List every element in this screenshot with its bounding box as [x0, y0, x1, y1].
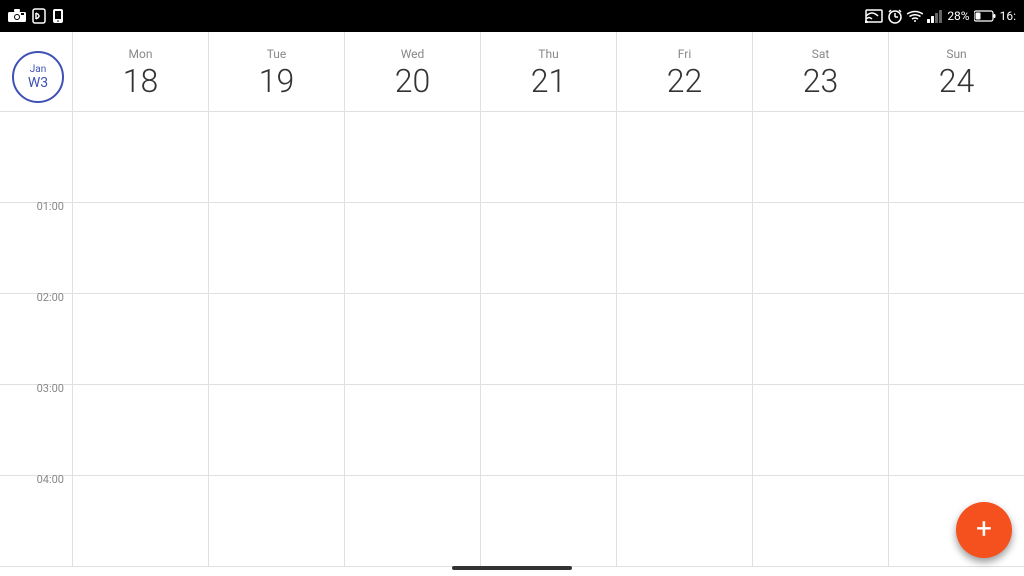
time-cell-1-sat[interactable]	[752, 203, 888, 293]
time-cell-0-mon[interactable]	[72, 112, 208, 202]
time-cell-4-sat[interactable]	[752, 476, 888, 566]
month-label-cell: Jan W3	[0, 32, 72, 111]
status-bar: 28% 16:	[0, 0, 1024, 32]
day-name-wed: Wed	[401, 47, 425, 61]
time-row-2: 02:00	[0, 294, 1024, 385]
day-name-thu: Thu	[538, 47, 558, 61]
day-number-fri: 22	[667, 65, 703, 97]
status-right-icons: 28% 16:	[865, 8, 1016, 24]
alarm-icon	[887, 8, 903, 24]
time-cell-3-sat[interactable]	[752, 385, 888, 475]
time-cell-1-wed[interactable]	[344, 203, 480, 293]
time-row-3: 03:00	[0, 385, 1024, 476]
time-cell-0-sun[interactable]	[888, 112, 1024, 202]
day-header-tue[interactable]: Tue 19	[208, 32, 344, 111]
today-indicator: Jan W3	[12, 51, 64, 103]
time-label-1: 01:00	[0, 196, 72, 293]
time-cell-2-tue[interactable]	[208, 294, 344, 384]
time-row-0	[0, 112, 1024, 203]
day-header-thu[interactable]: Thu 21	[480, 32, 616, 111]
time-cell-0-tue[interactable]	[208, 112, 344, 202]
time-cell-2-wed[interactable]	[344, 294, 480, 384]
time-label-3: 03:00	[0, 378, 72, 475]
time-cell-2-thu[interactable]	[480, 294, 616, 384]
battery-icon	[974, 10, 996, 22]
bottom-nav-bar	[452, 566, 572, 570]
time-grid: 01:00 02:00 03:00	[0, 112, 1024, 576]
cast-icon	[865, 9, 883, 23]
clock-time: 16:	[1000, 9, 1016, 23]
day-number-sat: 23	[803, 65, 839, 97]
time-label-2: 02:00	[0, 287, 72, 384]
time-cell-3-sun[interactable]	[888, 385, 1024, 475]
add-event-fab[interactable]: +	[956, 502, 1012, 558]
time-cell-4-tue[interactable]	[208, 476, 344, 566]
time-cell-2-sun[interactable]	[888, 294, 1024, 384]
time-cell-0-sat[interactable]	[752, 112, 888, 202]
day-header-wed[interactable]: Wed 20	[344, 32, 480, 111]
day-name-mon: Mon	[129, 47, 153, 61]
time-cell-2-fri[interactable]	[616, 294, 752, 384]
time-cell-4-wed[interactable]	[344, 476, 480, 566]
time-label-0	[0, 112, 72, 202]
time-cell-0-fri[interactable]	[616, 112, 752, 202]
time-cell-1-sun[interactable]	[888, 203, 1024, 293]
day-header-fri[interactable]: Fri 22	[616, 32, 752, 111]
time-cell-4-thu[interactable]	[480, 476, 616, 566]
day-name-sat: Sat	[812, 47, 830, 61]
time-cell-3-tue[interactable]	[208, 385, 344, 475]
day-number-sun: 24	[939, 65, 975, 97]
day-name-tue: Tue	[267, 47, 287, 61]
time-cell-1-tue[interactable]	[208, 203, 344, 293]
day-number-mon: 18	[123, 65, 159, 97]
time-label-4: 04:00	[0, 469, 72, 566]
time-cell-2-sat[interactable]	[752, 294, 888, 384]
battery-percent: 28%	[947, 9, 969, 23]
month-label: Jan	[30, 64, 46, 75]
nfc-icon	[32, 8, 46, 24]
day-name-fri: Fri	[678, 47, 691, 61]
day-header-sat[interactable]: Sat 23	[752, 32, 888, 111]
status-left-icons	[8, 8, 64, 24]
day-number-wed: 20	[395, 65, 431, 97]
time-cell-3-wed[interactable]	[344, 385, 480, 475]
time-cell-1-fri[interactable]	[616, 203, 752, 293]
calendar-view: Jan W3 Mon 18 Tue 19 Wed 20 Thu 21 Fri 2…	[0, 32, 1024, 576]
time-cell-2-mon[interactable]	[72, 294, 208, 384]
signal-icon	[927, 10, 943, 23]
time-row-4: 04:00	[0, 476, 1024, 567]
day-number-tue: 19	[259, 65, 295, 97]
time-cell-0-thu[interactable]	[480, 112, 616, 202]
time-cell-1-thu[interactable]	[480, 203, 616, 293]
camera-icon	[8, 9, 26, 23]
day-name-sun: Sun	[946, 47, 966, 61]
day-headers: Jan W3 Mon 18 Tue 19 Wed 20 Thu 21 Fri 2…	[0, 32, 1024, 112]
time-cell-3-fri[interactable]	[616, 385, 752, 475]
time-cell-3-thu[interactable]	[480, 385, 616, 475]
time-cell-0-wed[interactable]	[344, 112, 480, 202]
phone-icon	[52, 8, 64, 24]
time-cell-3-mon[interactable]	[72, 385, 208, 475]
time-row-1: 01:00	[0, 203, 1024, 294]
day-number-thu: 21	[531, 65, 567, 97]
wifi-icon	[907, 10, 923, 22]
plus-icon: +	[976, 515, 992, 543]
day-header-sun[interactable]: Sun 24	[888, 32, 1024, 111]
time-cell-4-mon[interactable]	[72, 476, 208, 566]
time-cell-4-fri[interactable]	[616, 476, 752, 566]
time-cell-1-mon[interactable]	[72, 203, 208, 293]
day-header-mon[interactable]: Mon 18	[72, 32, 208, 111]
week-label: W3	[28, 76, 48, 90]
